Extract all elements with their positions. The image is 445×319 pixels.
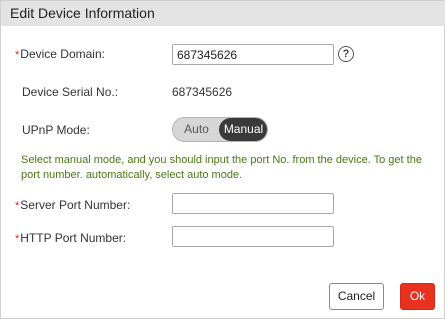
upnp-manual-option[interactable]: Manual <box>219 118 267 141</box>
ok-button[interactable]: Ok <box>400 283 435 310</box>
cancel-button[interactable]: Cancel <box>329 283 384 310</box>
http-port-input[interactable] <box>172 226 334 247</box>
edit-device-dialog: Edit Device Information *Device Domain: … <box>0 0 445 319</box>
server-port-label: *Server Port Number: <box>15 198 131 212</box>
http-port-label: *HTTP Port Number: <box>15 231 127 245</box>
device-domain-input[interactable] <box>172 44 334 65</box>
device-domain-label: *Device Domain: <box>15 47 105 61</box>
upnp-mode-label: UPnP Mode: <box>22 123 90 137</box>
device-serial-label: Device Serial No.: <box>22 85 119 99</box>
required-marker: * <box>15 49 20 61</box>
required-marker: * <box>15 200 20 212</box>
dialog-title: Edit Device Information <box>10 5 155 21</box>
dialog-titlebar: Edit Device Information <box>1 1 445 26</box>
port-mode-hint: Select manual mode, and you should input… <box>21 154 422 181</box>
server-port-input[interactable] <box>172 193 334 214</box>
help-icon[interactable]: ? <box>338 46 354 62</box>
upnp-auto-option[interactable]: Auto <box>173 118 220 141</box>
upnp-mode-toggle[interactable]: Auto Manual <box>172 117 268 142</box>
required-marker: * <box>15 233 20 245</box>
device-serial-value: 687345626 <box>172 85 233 99</box>
